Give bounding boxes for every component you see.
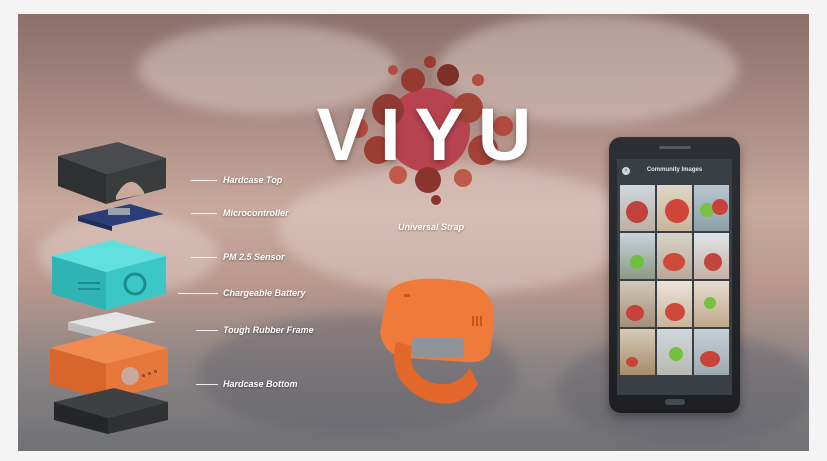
community-image[interactable] <box>657 233 692 279</box>
label-pm-sensor: PM 2.5 Sensor <box>223 252 285 262</box>
label-battery: Chargeable Battery <box>223 288 306 298</box>
community-image[interactable] <box>694 281 729 327</box>
label-hardcase-bottom: Hardcase Bottom <box>223 379 298 389</box>
community-image-grid <box>620 185 729 375</box>
community-image[interactable] <box>694 329 729 375</box>
leader-line <box>196 330 218 331</box>
community-image[interactable] <box>694 185 729 231</box>
phone-mockup: ‹ Community Images <box>609 137 740 413</box>
community-image[interactable] <box>657 329 692 375</box>
community-image[interactable] <box>620 329 655 375</box>
community-image[interactable] <box>620 281 655 327</box>
universal-strap-graphic <box>380 278 495 404</box>
community-image[interactable] <box>620 233 655 279</box>
phone-speaker <box>659 146 691 149</box>
label-frame: Tough Rubber Frame <box>223 325 314 335</box>
community-image[interactable] <box>694 233 729 279</box>
pm-sensor-part <box>52 240 166 310</box>
leader-line <box>191 180 217 181</box>
phone-screen: ‹ Community Images <box>617 159 732 395</box>
home-button[interactable] <box>665 399 685 405</box>
label-microcontroller: Microcontroller <box>223 208 289 218</box>
leader-line <box>191 257 217 258</box>
leader-line <box>196 384 218 385</box>
brand-title: VIYU <box>316 93 546 176</box>
hardcase-top-part <box>58 142 166 204</box>
hardcase-bottom-part <box>54 388 168 434</box>
community-image[interactable] <box>657 185 692 231</box>
slide: VIYU Hardcase Top Microcontroller PM 2.5… <box>18 14 809 451</box>
leader-line <box>178 293 218 294</box>
label-strap: Universal Strap <box>398 222 465 232</box>
community-image[interactable] <box>620 185 655 231</box>
leader-line <box>191 213 217 214</box>
label-hardcase-top: Hardcase Top <box>223 175 283 185</box>
screen-title: Community Images <box>646 167 703 173</box>
microcontroller-part <box>78 204 164 231</box>
community-image[interactable] <box>657 281 692 327</box>
exploded-device-graphic <box>50 142 168 434</box>
